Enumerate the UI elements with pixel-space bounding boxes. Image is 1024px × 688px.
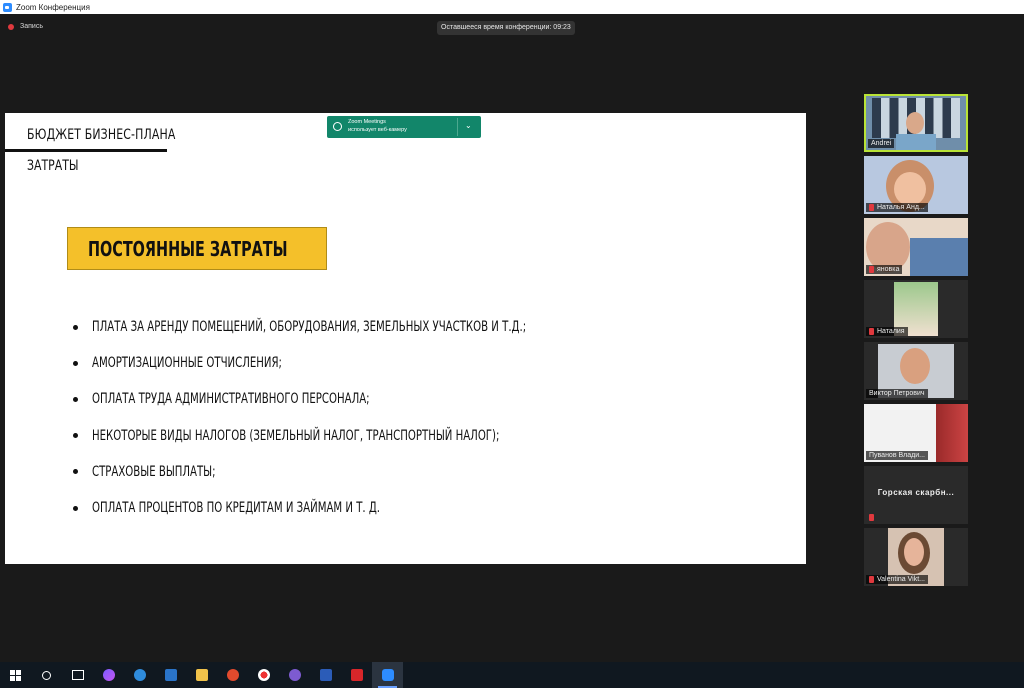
participant-tile[interactable]: Виктор Петрович <box>864 342 968 400</box>
bullet-dot-icon <box>73 433 78 439</box>
bullet-text: ОПЛАТА ТРУДА АДМИНИСТРАТИВНОГО ПЕРСОНАЛА… <box>92 391 370 408</box>
participant-shirt <box>896 134 936 150</box>
bullet-item: ОПЛАТА ТРУДА АДМИНИСТРАТИВНОГО ПЕРСОНАЛА… <box>73 381 712 417</box>
yandex-browser-icon[interactable] <box>248 662 279 688</box>
remaining-time-badge: Оставшееся время конференции: 09:23 <box>437 21 575 35</box>
bullet-text: ОПЛАТА ПРОЦЕНТОВ ПО КРЕДИТАМ И ЗАЙМАМ И … <box>92 500 381 517</box>
recording-indicator[interactable]: Запись <box>8 23 43 30</box>
participant-video <box>936 404 968 462</box>
bullet-dot-icon <box>73 396 78 402</box>
participant-tile[interactable]: Наталья Анд... <box>864 156 968 214</box>
shared-slide: БЮДЖЕТ БИЗНЕС-ПЛАНА ЗАТРАТЫ ПОСТОЯННЫЕ З… <box>5 113 806 564</box>
alice-icon[interactable] <box>93 662 124 688</box>
meeting-stage: Запись Оставшееся время конференции: 09:… <box>0 14 1024 662</box>
chevron-down-icon[interactable]: ⌄ <box>465 121 472 130</box>
bullet-item: СТРАХОВЫЕ ВЫПЛАТЫ; <box>73 454 712 490</box>
bullet-item: НЕКОТОРЫЕ ВИДЫ НАЛОГОВ (ЗЕМЕЛЬНЫЙ НАЛОГ,… <box>73 418 712 454</box>
notification-divider <box>457 118 458 136</box>
mic-muted-icon <box>869 266 874 273</box>
participant-tile[interactable]: Andrei <box>864 94 968 152</box>
media-icon[interactable] <box>217 662 248 688</box>
viber-icon[interactable] <box>279 662 310 688</box>
participant-tile[interactable]: Наталия <box>864 280 968 338</box>
participant-tile[interactable]: яновка <box>864 218 968 276</box>
bullet-dot-icon <box>73 469 78 475</box>
bullet-item: ПЛАТА ЗА АРЕНДУ ПОМЕЩЕНИЙ, ОБОРУДОВАНИЯ,… <box>73 309 712 345</box>
task-view-icon[interactable] <box>62 662 93 688</box>
windows-start-icon[interactable] <box>0 662 31 688</box>
slide-heading-box: ПОСТОЯННЫЕ ЗАТРАТЫ <box>67 227 327 270</box>
mic-muted-icon <box>869 576 874 583</box>
participant-face <box>900 348 930 384</box>
bullet-text: СТРАХОВЫЕ ВЫПЛАТЫ; <box>92 463 216 480</box>
slide-heading: ПОСТОЯННЫЕ ЗАТРАТЫ <box>88 236 288 261</box>
word-icon[interactable] <box>310 662 341 688</box>
participant-tile[interactable]: Valentina Vikt... <box>864 528 968 586</box>
participant-name: Пуванов Влади... <box>866 451 928 460</box>
participant-name: яновка <box>866 265 903 274</box>
participant-face <box>904 538 924 566</box>
edge-icon[interactable] <box>124 662 155 688</box>
file-explorer-icon[interactable] <box>186 662 217 688</box>
webcam-notification[interactable]: Zoom Meetings использует веб-камеру ⌄ <box>327 116 481 138</box>
participant-name: Andrei <box>868 139 895 148</box>
mail-icon[interactable] <box>155 662 186 688</box>
zoom-icon[interactable] <box>372 662 403 688</box>
windows-taskbar <box>0 662 1024 688</box>
participant-name: Наталия <box>866 327 908 336</box>
notification-app: Zoom Meetings <box>348 119 386 125</box>
bullet-item: ОПЛАТА ПРОЦЕНТОВ ПО КРЕДИТАМ И ЗАЙМАМ И … <box>73 490 712 526</box>
participant-face-light <box>894 172 926 206</box>
participant-name: Виктор Петрович <box>866 389 928 398</box>
zoom-logo-icon <box>3 2 12 12</box>
window-title: Zoom Конференция <box>16 2 90 12</box>
participant-name: Наталья Анд... <box>866 203 928 212</box>
bullet-text: ПЛАТА ЗА АРЕНДУ ПОМЕЩЕНИЙ, ОБОРУДОВАНИЯ,… <box>92 319 527 336</box>
participant-face <box>906 112 924 134</box>
participant-tile[interactable]: Горская скарбн... <box>864 466 968 524</box>
mic-muted-icon <box>869 204 874 211</box>
recording-label: Запись <box>20 23 43 30</box>
camera-icon <box>333 122 342 131</box>
slide-title: БЮДЖЕТ БИЗНЕС-ПЛАНА <box>27 127 176 143</box>
bullet-text: АМОРТИЗАЦИОННЫЕ ОТЧИСЛЕНИЯ; <box>92 355 282 372</box>
acrobat-icon[interactable] <box>341 662 372 688</box>
participant-shirt <box>910 238 968 276</box>
bullet-dot-icon <box>73 505 78 511</box>
slide-subtitle: ЗАТРАТЫ <box>27 158 79 174</box>
mic-muted-icon <box>869 514 874 521</box>
bullet-dot-icon <box>73 360 78 366</box>
participant-name: Valentina Vikt... <box>866 575 928 584</box>
participant-name-center: Горская скарбн... <box>877 488 955 497</box>
search-icon[interactable] <box>31 662 62 688</box>
participant-status <box>866 513 880 522</box>
bullet-item: АМОРТИЗАЦИОННЫЕ ОТЧИСЛЕНИЯ; <box>73 345 712 381</box>
window-titlebar: Zoom Конференция <box>0 0 1024 14</box>
bullet-list: ПЛАТА ЗА АРЕНДУ ПОМЕЩЕНИЙ, ОБОРУДОВАНИЯ,… <box>73 309 712 526</box>
bullet-text: НЕКОТОРЫЕ ВИДЫ НАЛОГОВ (ЗЕМЕЛЬНЫЙ НАЛОГ,… <box>92 427 500 444</box>
notification-message: использует веб-камеру <box>348 127 407 133</box>
bullet-dot-icon <box>73 324 78 330</box>
record-dot-icon <box>8 23 14 30</box>
slide-title-underline <box>5 149 167 152</box>
participant-tile[interactable]: Пуванов Влади... <box>864 404 968 462</box>
mic-muted-icon <box>869 328 874 335</box>
